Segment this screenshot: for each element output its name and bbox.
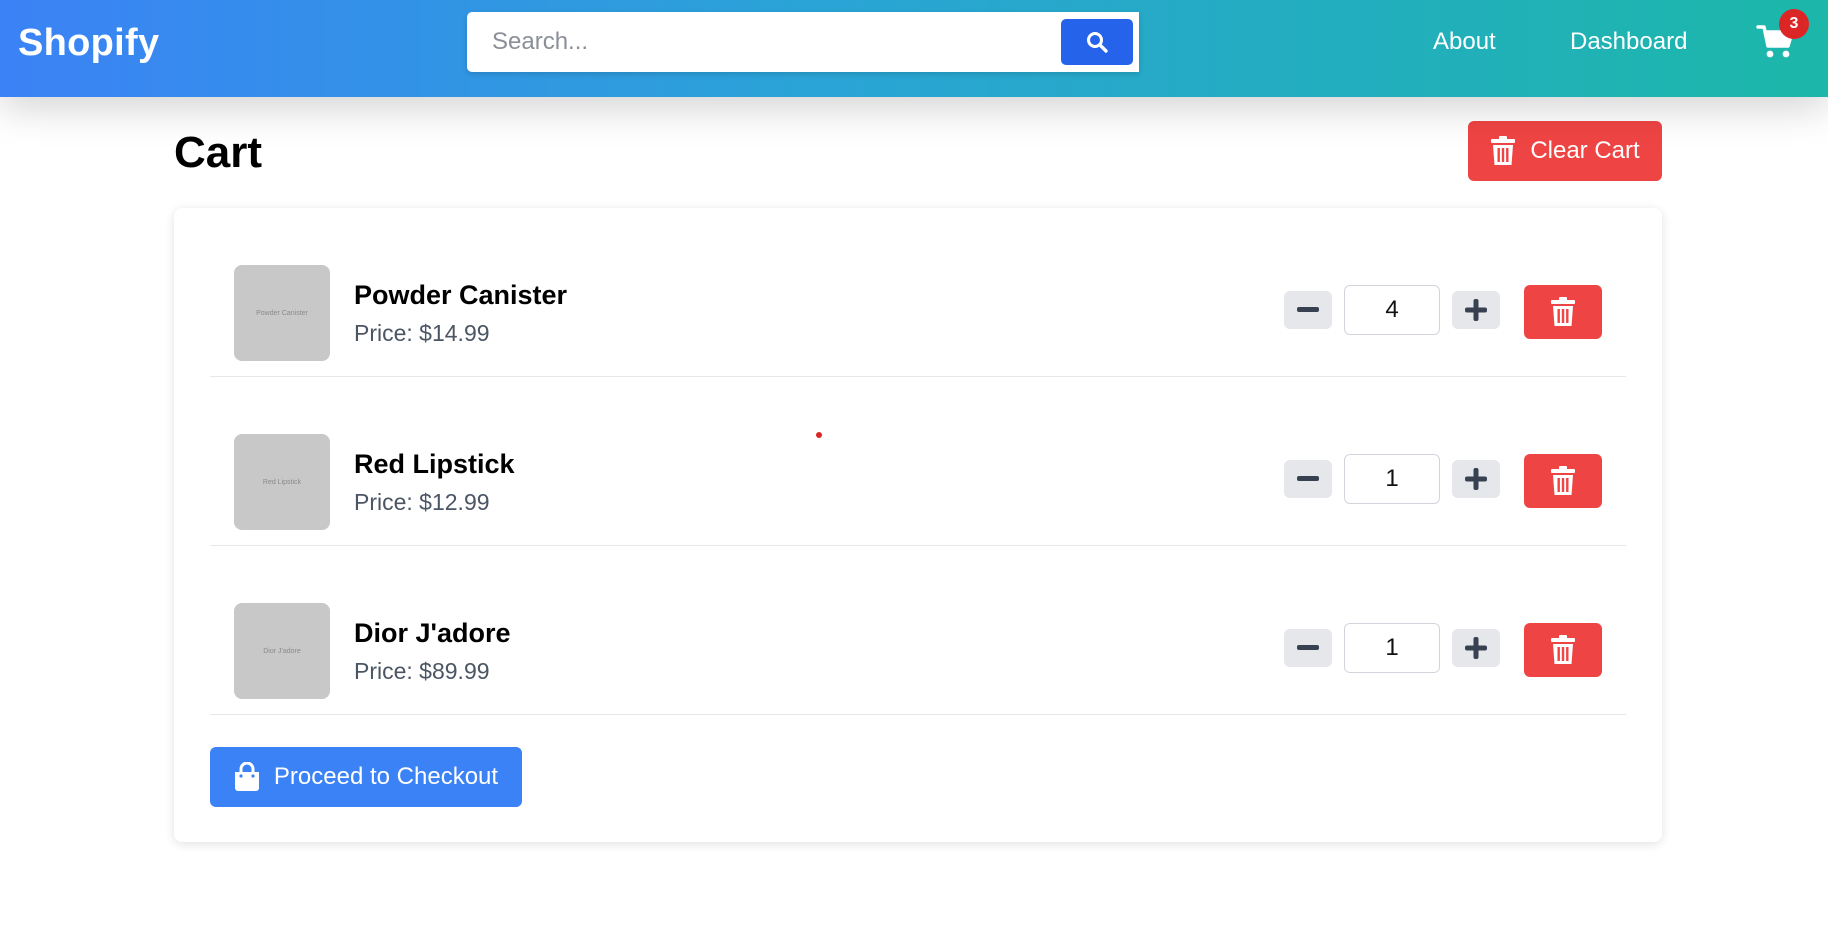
checkout-label: Proceed to Checkout (273, 763, 499, 790)
cart-card: Powder Canister Powder Canister Price: $… (174, 208, 1662, 842)
decrease-quantity-button[interactable] (1284, 460, 1332, 498)
product-name: Red Lipstick (354, 449, 515, 479)
page-title: Cart (174, 128, 263, 177)
checkout-button[interactable]: Proceed to Checkout (210, 747, 522, 807)
trash-icon (1551, 635, 1575, 664)
decrease-quantity-button[interactable] (1284, 291, 1332, 329)
brand-logo[interactable]: Shopify (18, 22, 159, 65)
increase-quantity-button[interactable] (1452, 291, 1500, 329)
clear-cart-button[interactable]: Clear Cart (1468, 121, 1662, 181)
quantity-input[interactable] (1344, 454, 1440, 504)
plus-icon (1465, 637, 1487, 659)
search-input[interactable] (467, 12, 1057, 72)
search-icon (1087, 32, 1108, 53)
minus-icon (1297, 645, 1319, 650)
clear-cart-label: Clear Cart (1530, 137, 1640, 164)
product-name: Powder Canister (354, 280, 568, 310)
search-button[interactable] (1061, 19, 1133, 65)
quantity-input[interactable] (1344, 623, 1440, 673)
nav-link-about[interactable]: About (1433, 28, 1496, 56)
trash-icon (1491, 136, 1516, 165)
decrease-quantity-button[interactable] (1284, 629, 1332, 667)
product-thumbnail: Red Lipstick (234, 434, 330, 530)
product-price: Price: $14.99 (354, 320, 490, 346)
minus-icon (1297, 307, 1319, 312)
minus-icon (1297, 476, 1319, 481)
remove-item-button[interactable] (1524, 285, 1602, 339)
product-price: Price: $89.99 (354, 658, 490, 684)
search-bar (467, 12, 1139, 72)
cart-item: Dior J'adore Dior J'adore Price: $89.99 (210, 546, 1626, 715)
cart-item: Red Lipstick Red Lipstick Price: $12.99 (210, 377, 1626, 546)
product-name: Dior J'adore (354, 618, 511, 648)
cart-item: Powder Canister Powder Canister Price: $… (210, 208, 1626, 377)
cart-count-badge: 3 (1779, 9, 1809, 39)
remove-item-button[interactable] (1524, 454, 1602, 508)
nav-link-dashboard[interactable]: Dashboard (1570, 28, 1687, 56)
top-navbar: Shopify About Dashboard 3 (0, 0, 1828, 97)
plus-icon (1465, 468, 1487, 490)
shopping-bag-icon (234, 762, 259, 791)
product-thumbnail: Dior J'adore (234, 603, 330, 699)
quantity-input[interactable] (1344, 285, 1440, 335)
trash-icon (1551, 466, 1575, 495)
cursor-dot (816, 432, 822, 438)
increase-quantity-button[interactable] (1452, 629, 1500, 667)
trash-icon (1551, 297, 1575, 326)
remove-item-button[interactable] (1524, 623, 1602, 677)
increase-quantity-button[interactable] (1452, 460, 1500, 498)
product-price: Price: $12.99 (354, 489, 490, 515)
product-thumbnail: Powder Canister (234, 265, 330, 361)
plus-icon (1465, 299, 1487, 321)
